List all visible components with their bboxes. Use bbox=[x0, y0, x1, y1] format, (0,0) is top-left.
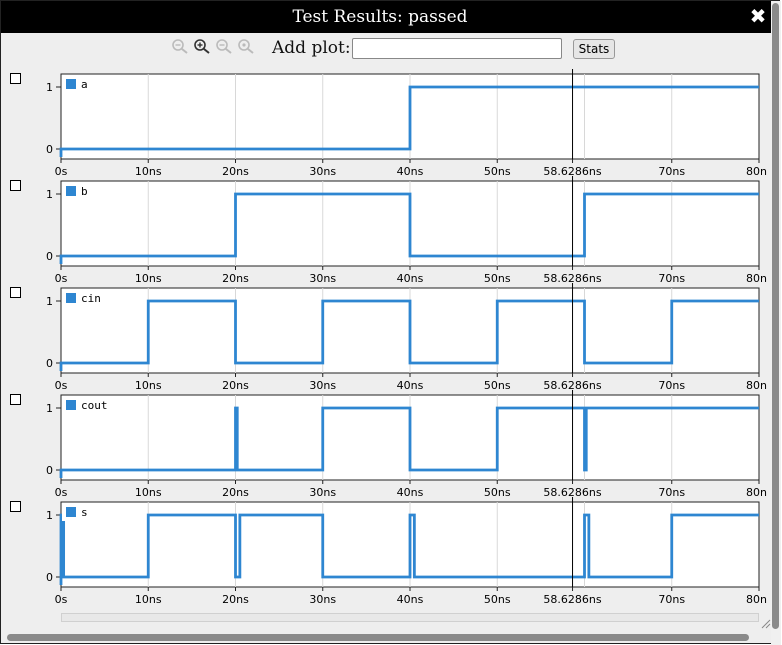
x-tick-label: 80n bbox=[746, 165, 767, 178]
legend-label-s: s bbox=[81, 506, 88, 519]
x-tick-label: 50ns bbox=[484, 272, 511, 285]
y-tick-label: 0 bbox=[46, 357, 53, 370]
legend-swatch bbox=[66, 293, 76, 303]
y-tick-label: 0 bbox=[46, 464, 53, 477]
x-tick-label: 10ns bbox=[135, 165, 162, 178]
legend-label-b: b bbox=[81, 185, 88, 198]
y-tick-label: 0 bbox=[46, 143, 53, 156]
horizontal-scrollbar[interactable] bbox=[61, 613, 759, 622]
x-tick-label: 70ns bbox=[658, 486, 685, 499]
x-tick-label: 20ns bbox=[222, 165, 249, 178]
vertical-scrollbar-thumb[interactable] bbox=[772, 3, 779, 629]
legend-swatch bbox=[66, 79, 76, 89]
x-tick-label: 40ns bbox=[397, 593, 424, 606]
x-tick-label: 10ns bbox=[135, 272, 162, 285]
x-tick-label: 58.6286ns bbox=[543, 593, 601, 606]
x-tick-label: 50ns bbox=[484, 486, 511, 499]
y-tick-label: 1 bbox=[46, 188, 53, 201]
resize-grip-icon[interactable] bbox=[761, 619, 771, 629]
y-tick-label: 1 bbox=[46, 295, 53, 308]
legend-swatch bbox=[66, 186, 76, 196]
y-tick-label: 0 bbox=[46, 571, 53, 584]
x-tick-label: 10ns bbox=[135, 379, 162, 392]
x-tick-label: 70ns bbox=[658, 593, 685, 606]
x-tick-label: 40ns bbox=[397, 272, 424, 285]
x-tick-label: 30ns bbox=[309, 272, 336, 285]
x-tick-label: 30ns bbox=[309, 593, 336, 606]
x-tick-label: 0s bbox=[55, 593, 68, 606]
y-tick-label: 1 bbox=[46, 509, 53, 522]
x-tick-label: 80n bbox=[746, 272, 767, 285]
y-tick-label: 1 bbox=[46, 402, 53, 415]
x-tick-label: 0s bbox=[55, 272, 68, 285]
x-tick-label: 70ns bbox=[658, 379, 685, 392]
x-tick-label: 20ns bbox=[222, 272, 249, 285]
window-horizontal-scrollbar-thumb[interactable] bbox=[7, 634, 749, 641]
x-tick-label: 40ns bbox=[397, 165, 424, 178]
x-tick-label: 70ns bbox=[658, 165, 685, 178]
x-tick-label: 50ns bbox=[484, 165, 511, 178]
x-tick-label: 80n bbox=[746, 379, 767, 392]
y-tick-label: 0 bbox=[46, 250, 53, 263]
test-results-window: Test Results: passed ✖ Add plot: Stats 0… bbox=[0, 0, 781, 645]
x-tick-label: 20ns bbox=[222, 379, 249, 392]
x-tick-label: 40ns bbox=[397, 486, 424, 499]
legend-swatch bbox=[66, 507, 76, 517]
x-tick-label: 50ns bbox=[484, 593, 511, 606]
x-tick-label: 30ns bbox=[309, 486, 336, 499]
x-tick-label: 10ns bbox=[135, 486, 162, 499]
legend-label-a: a bbox=[81, 78, 88, 91]
x-tick-label: 0s bbox=[55, 379, 68, 392]
legend-label-cout: cout bbox=[81, 399, 108, 412]
waveform-plots[interactable]: 010s 10ns 20ns 30ns 40ns 50ns 58.6286ns 70ns 80n… bbox=[1, 1, 771, 631]
x-tick-label: 10ns bbox=[135, 593, 162, 606]
x-tick-label: 30ns bbox=[309, 379, 336, 392]
x-tick-label: 20ns bbox=[222, 593, 249, 606]
x-tick-label: 30ns bbox=[309, 165, 336, 178]
legend-swatch bbox=[66, 400, 76, 410]
x-tick-label: 80n bbox=[746, 486, 767, 499]
x-tick-label: 0s bbox=[55, 165, 68, 178]
legend-label-cin: cin bbox=[81, 292, 101, 305]
x-tick-label: 70ns bbox=[658, 272, 685, 285]
x-tick-label: 50ns bbox=[484, 379, 511, 392]
x-tick-label: 20ns bbox=[222, 486, 249, 499]
x-tick-label: 0s bbox=[55, 486, 68, 499]
y-tick-label: 1 bbox=[46, 81, 53, 94]
x-tick-label: 80n bbox=[746, 593, 767, 606]
x-tick-label: 40ns bbox=[397, 379, 424, 392]
